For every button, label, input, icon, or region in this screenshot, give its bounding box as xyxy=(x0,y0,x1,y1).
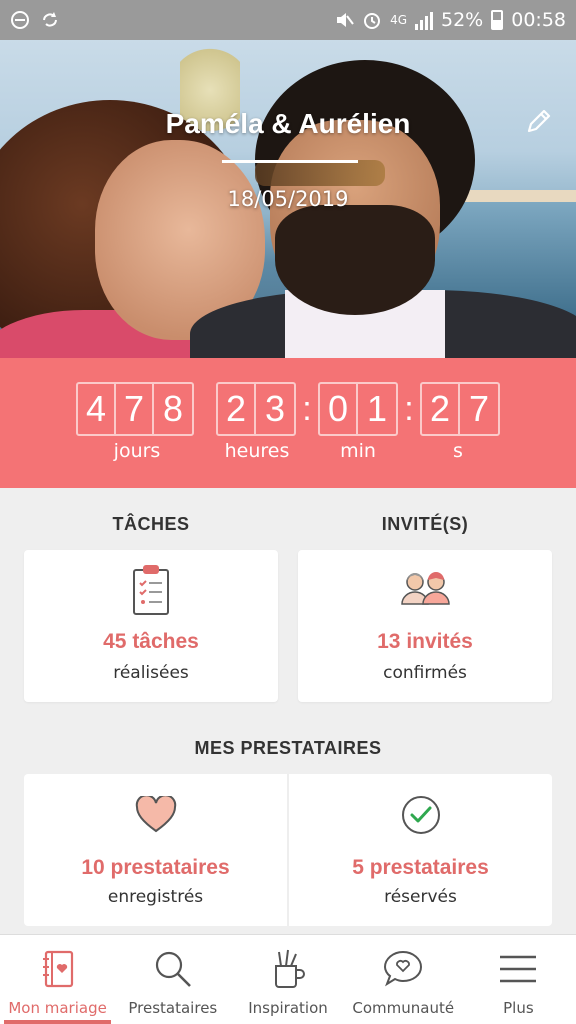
tasks-caption: réalisées xyxy=(113,663,189,683)
digit: 1 xyxy=(366,388,388,429)
digit: 7 xyxy=(116,384,154,434)
guests-caption: confirmés xyxy=(383,663,467,683)
status-bar: 4G 52% 00:58 xyxy=(0,0,576,40)
vendors-card: 10 prestataires enregistrés 5 prestatair… xyxy=(24,774,552,926)
countdown-units: jours heures min s xyxy=(0,440,576,470)
couple-names: Paméla & Aurélien xyxy=(165,108,411,139)
seconds-label: s xyxy=(453,440,463,462)
photo-sunglasses xyxy=(255,160,385,186)
nav-label: Mon mariage xyxy=(8,999,107,1017)
digit: 0 xyxy=(320,384,358,434)
clipboard-checklist-icon xyxy=(133,565,169,615)
nav-label: Plus xyxy=(503,999,534,1017)
notebook-icon xyxy=(42,950,73,988)
booked-vendors-count: 5 prestataires xyxy=(352,856,489,879)
nav-communaute[interactable]: Communauté xyxy=(346,935,461,1024)
wedding-date: 18/05/2019 xyxy=(227,187,349,211)
days-digits: 4 7 8 xyxy=(76,382,194,436)
clock: 00:58 xyxy=(511,9,566,31)
digit: 7 xyxy=(468,388,490,429)
guests-couple-icon xyxy=(401,572,450,605)
minutes-label: min xyxy=(340,440,376,462)
hours-digits: 2 3 xyxy=(216,382,296,436)
days-label: jours xyxy=(113,440,161,462)
digit: 2 xyxy=(218,384,256,434)
digit: 3 xyxy=(264,388,286,429)
separator: : xyxy=(302,389,312,428)
search-icon xyxy=(155,951,191,987)
tasks-count: 45 tâches xyxy=(103,630,199,653)
alarm-icon xyxy=(364,13,381,29)
pencil-icon[interactable] xyxy=(524,106,554,136)
signal-icon xyxy=(415,10,433,30)
guests-count: 13 invités xyxy=(377,630,473,653)
separator: : xyxy=(404,389,414,428)
guests-card[interactable]: 13 invités confirmés xyxy=(298,550,552,702)
booked-vendors[interactable]: 5 prestataires réservés xyxy=(289,774,552,926)
wedding-countdown: 4 7 8 2 3 : 0 1 : 2 7 jours heures min s xyxy=(0,358,576,488)
minus-circle-icon xyxy=(11,11,29,29)
nav-inspiration[interactable]: Inspiration xyxy=(230,935,345,1024)
guests-heading: INVITÉ(S) xyxy=(381,514,469,534)
menu-icon xyxy=(500,955,537,983)
nav-label: Inspiration xyxy=(248,999,328,1017)
saved-vendors-count: 10 prestataires xyxy=(81,856,230,879)
nav-label: Prestataires xyxy=(128,999,218,1017)
couple-photo[interactable]: Paméla & Aurélien 18/05/2019 xyxy=(0,40,576,358)
minutes-digits: 0 1 xyxy=(318,382,398,436)
digit: 8 xyxy=(162,388,184,429)
heart-icon xyxy=(135,796,176,833)
heart-chat-icon xyxy=(384,950,423,987)
countdown-digits: 4 7 8 2 3 : 0 1 : 2 7 xyxy=(0,382,576,436)
tasks-card[interactable]: 45 tâches réalisées xyxy=(24,550,278,702)
digit: 4 xyxy=(78,384,116,434)
digit: 2 xyxy=(422,384,460,434)
nav-mon-mariage[interactable]: Mon mariage xyxy=(0,935,115,1024)
nav-label: Communauté xyxy=(352,999,455,1017)
network-type: 4G xyxy=(390,13,407,27)
seconds-digits: 2 7 xyxy=(420,382,500,436)
nav-prestataires[interactable]: Prestataires xyxy=(115,935,230,1024)
tasks-heading: TÂCHES xyxy=(112,514,190,534)
battery-icon xyxy=(491,10,504,30)
booked-vendors-caption: réservés xyxy=(384,887,457,907)
vendors-heading: MES PRESTATAIRES xyxy=(194,738,382,758)
photo-man-beard xyxy=(275,205,435,315)
pencil-cup-icon xyxy=(275,949,305,988)
bottom-navigation: Mon mariage Prestataires Inspiration Com… xyxy=(0,934,576,1024)
mute-icon xyxy=(337,13,354,27)
nav-plus[interactable]: Plus xyxy=(461,935,576,1024)
title-underline xyxy=(222,160,358,163)
check-circle-icon xyxy=(401,796,440,834)
saved-vendors[interactable]: 10 prestataires enregistrés xyxy=(24,774,287,926)
battery-percent: 52% xyxy=(441,9,484,31)
saved-vendors-caption: enregistrés xyxy=(107,887,204,907)
hours-label: heures xyxy=(224,440,290,462)
sync-icon xyxy=(43,12,57,27)
